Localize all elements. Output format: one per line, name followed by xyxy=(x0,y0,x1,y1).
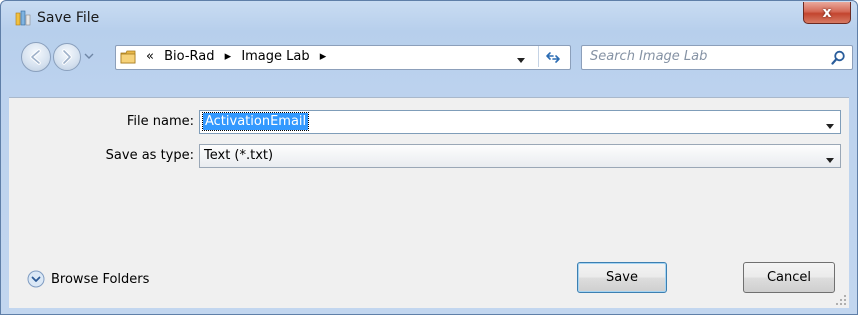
recent-locations-button[interactable] xyxy=(83,48,95,64)
search-icon[interactable] xyxy=(831,50,846,65)
breadcrumb-arrow-icon[interactable]: ▸ xyxy=(320,49,327,64)
save-as-type-label: Save as type: xyxy=(105,148,194,163)
cancel-button[interactable]: Cancel xyxy=(743,262,835,293)
expand-icon xyxy=(27,270,45,288)
file-name-dropdown-button[interactable] xyxy=(826,119,834,129)
address-dropdown-button[interactable] xyxy=(516,54,526,63)
forward-button[interactable] xyxy=(53,43,81,71)
refresh-button[interactable] xyxy=(538,46,567,67)
breadcrumb-arrow-icon[interactable]: ▸ xyxy=(225,49,232,64)
search-box[interactable] xyxy=(581,45,853,70)
back-button[interactable] xyxy=(21,42,51,72)
app-icon xyxy=(15,10,31,26)
file-name-field[interactable]: ActivationEmail xyxy=(199,110,841,134)
close-icon: x xyxy=(822,4,832,21)
search-input[interactable] xyxy=(590,49,820,64)
folder-icon xyxy=(120,49,136,65)
close-button[interactable]: x xyxy=(803,2,851,24)
breadcrumb-item-image-lab[interactable]: Image Lab xyxy=(241,49,309,64)
browse-folders-button[interactable]: Browse Folders xyxy=(27,268,149,290)
resize-grip-icon[interactable] xyxy=(835,294,847,306)
refresh-icon xyxy=(546,51,560,63)
chevron-down-icon xyxy=(84,53,94,59)
file-name-value[interactable]: ActivationEmail xyxy=(201,112,310,131)
window-title: Save File xyxy=(37,10,100,26)
chevron-down-icon xyxy=(517,58,525,63)
forward-icon xyxy=(62,49,72,65)
chevron-down-icon xyxy=(826,124,834,129)
breadcrumb-item-bio-rad[interactable]: Bio-Rad xyxy=(164,49,214,64)
chevron-down-icon xyxy=(826,158,834,163)
save-as-type-select[interactable]: Text (*.txt) xyxy=(199,144,841,168)
browse-folders-label: Browse Folders xyxy=(51,271,150,287)
save-as-type-dropdown-button[interactable] xyxy=(826,153,834,163)
dialog-body: File name: ActivationEmail Save as type:… xyxy=(9,97,849,308)
save-as-type-value: Text (*.txt) xyxy=(204,148,274,163)
save-file-dialog: Save File x « Bio-Rad ▸ Image Lab ▸ Sear… xyxy=(0,0,858,315)
file-name-label: File name: xyxy=(126,114,194,129)
save-button[interactable]: Save xyxy=(577,262,667,293)
breadcrumb: « Bio-Rad ▸ Image Lab ▸ xyxy=(146,49,332,64)
back-icon xyxy=(30,49,41,65)
address-bar[interactable]: « Bio-Rad ▸ Image Lab ▸ xyxy=(115,45,571,70)
title-bar[interactable]: Save File x xyxy=(1,1,857,37)
breadcrumb-overflow-button[interactable]: « xyxy=(146,49,154,64)
